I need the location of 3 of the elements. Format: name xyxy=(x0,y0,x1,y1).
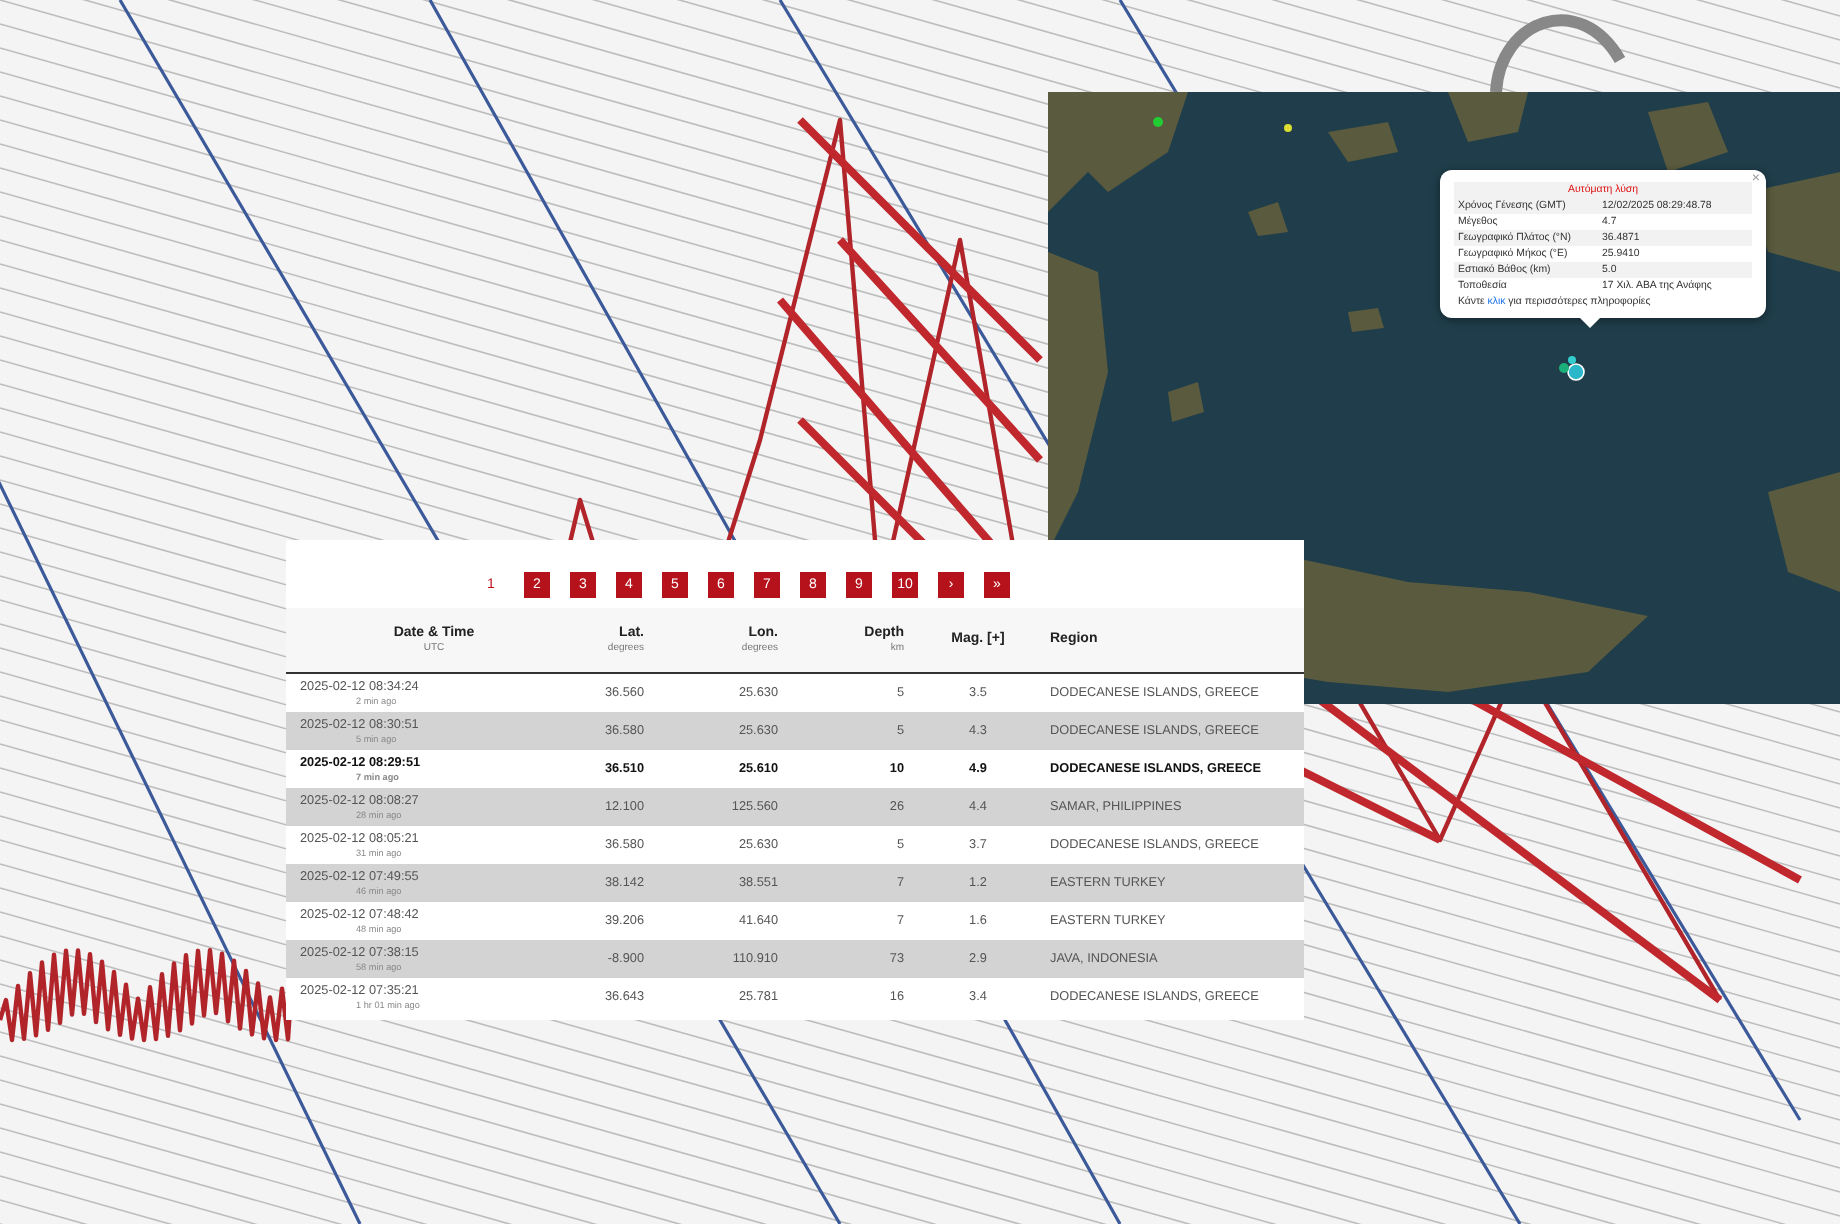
epicenter-markers[interactable] xyxy=(1559,356,1585,381)
marker-dot[interactable] xyxy=(1153,117,1163,127)
marker-dot[interactable] xyxy=(1284,124,1292,132)
